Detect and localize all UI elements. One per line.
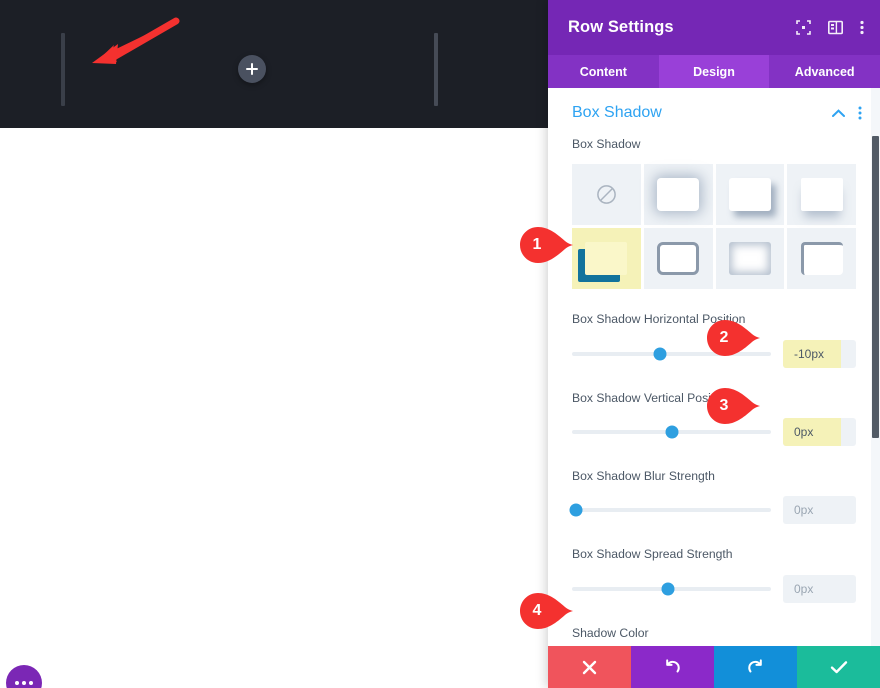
redo-icon — [748, 658, 762, 672]
ellipsis-dot — [22, 681, 26, 685]
vertical-position-slider[interactable] — [572, 425, 771, 439]
preset-inner-glow[interactable] — [715, 228, 785, 290]
ellipsis-dot — [29, 681, 33, 685]
spread-strength-field: Box Shadow Spread Strength 0px — [548, 546, 880, 603]
annotation-pin-1: 1 — [519, 226, 575, 264]
box-shadow-preset-grid — [572, 164, 856, 290]
section-title: Box Shadow — [572, 104, 662, 121]
blur-strength-input[interactable]: 0px — [783, 496, 856, 525]
builder-fab-button[interactable] — [6, 665, 42, 688]
preset-none[interactable] — [572, 164, 641, 226]
panel-header: Row Settings — [548, 0, 880, 55]
blur-strength-slider[interactable] — [569, 503, 771, 517]
preset-bottom-glow[interactable] — [787, 164, 856, 226]
panel-scroll-area: Box Shadow Box Shadow Box Shadow Horizon… — [548, 88, 880, 646]
slider-knob[interactable] — [569, 503, 583, 517]
preset-offset-bottom-right[interactable] — [715, 164, 785, 226]
ellipsis-dot — [15, 681, 19, 685]
preset-soft-outer[interactable] — [643, 164, 713, 226]
preset-outline-all[interactable] — [643, 228, 713, 290]
column-guide-right — [434, 33, 438, 106]
spread-strength-label: Box Shadow Spread Strength — [572, 547, 733, 562]
box-shadow-label: Box Shadow — [572, 137, 641, 151]
save-button[interactable] — [797, 646, 880, 688]
preset-offset-bottom-left-solid[interactable] — [572, 228, 641, 290]
no-shadow-icon — [597, 185, 616, 205]
horizontal-position-input[interactable]: -10px — [783, 339, 856, 368]
panel-scrollbar-thumb[interactable] — [872, 136, 879, 438]
horizontal-position-value: -10px — [794, 346, 825, 361]
discard-changes-button[interactable] — [548, 646, 631, 688]
slider-knob[interactable] — [653, 347, 667, 361]
annotation-number: 4 — [532, 602, 542, 619]
chevron-up-icon[interactable] — [832, 109, 845, 117]
panel-body: Box Shadow Box Shadow Box Shadow Horizon… — [548, 88, 880, 646]
spread-strength-slider[interactable] — [572, 582, 771, 596]
tab-advanced[interactable]: Advanced — [769, 55, 880, 88]
section-controls — [832, 106, 862, 120]
spread-strength-input[interactable]: 0px — [783, 574, 856, 603]
annotation-number: 1 — [532, 236, 542, 253]
spread-strength-value: 0px — [794, 581, 814, 596]
undo-button[interactable] — [631, 646, 714, 688]
shadow-color-field: Shadow Color — [548, 625, 880, 646]
preset-top-left-border[interactable] — [787, 228, 856, 290]
focus-target-icon[interactable] — [796, 20, 811, 35]
tab-design[interactable]: Design — [658, 55, 770, 88]
blur-strength-value: 0px — [794, 503, 814, 518]
annotation-pin-4: 4 — [519, 592, 575, 630]
blur-strength-slider-row: 0px — [569, 496, 856, 525]
vertical-position-value: 0px — [794, 424, 814, 439]
vertical-ellipsis-icon[interactable] — [858, 106, 862, 120]
column-guide-left — [61, 33, 65, 106]
panel-scrollbar-track[interactable] — [871, 88, 880, 646]
shadow-color-label: Shadow Color — [572, 625, 649, 640]
blur-strength-field: Box Shadow Blur Strength 0px — [548, 468, 880, 525]
panel-header-icons — [796, 20, 864, 35]
slider-knob[interactable] — [661, 582, 675, 596]
tab-content[interactable]: Content — [548, 55, 659, 88]
vertical-position-input[interactable]: 0px — [783, 417, 856, 446]
panel-footer — [548, 646, 880, 688]
vertical-ellipsis-icon[interactable] — [860, 20, 864, 35]
spread-strength-slider-row: 0px — [572, 574, 856, 603]
panel-tabs: Content Design Advanced — [548, 55, 880, 88]
undo-icon — [666, 658, 680, 672]
annotation-pin-3: 3 — [706, 387, 762, 425]
redo-button[interactable] — [714, 646, 797, 688]
box-shadow-preset-field: Box Shadow — [548, 136, 880, 290]
check-icon — [830, 660, 847, 673]
builder-screen: Row Settings Content Design Advanced Box… — [0, 0, 880, 688]
red-arrow-annotation — [92, 17, 180, 64]
annotation-number: 2 — [719, 329, 729, 346]
add-module-button[interactable] — [238, 55, 266, 83]
panel-title: Row Settings — [568, 18, 674, 36]
box-shadow-section-header: Box Shadow — [548, 88, 880, 136]
close-icon — [582, 660, 597, 674]
annotation-pin-2: 2 — [706, 319, 762, 357]
slider-knob[interactable] — [665, 425, 678, 439]
blur-strength-label: Box Shadow Blur Strength — [572, 468, 715, 483]
annotation-number: 3 — [719, 397, 729, 414]
layout-panel-icon[interactable] — [828, 20, 843, 35]
